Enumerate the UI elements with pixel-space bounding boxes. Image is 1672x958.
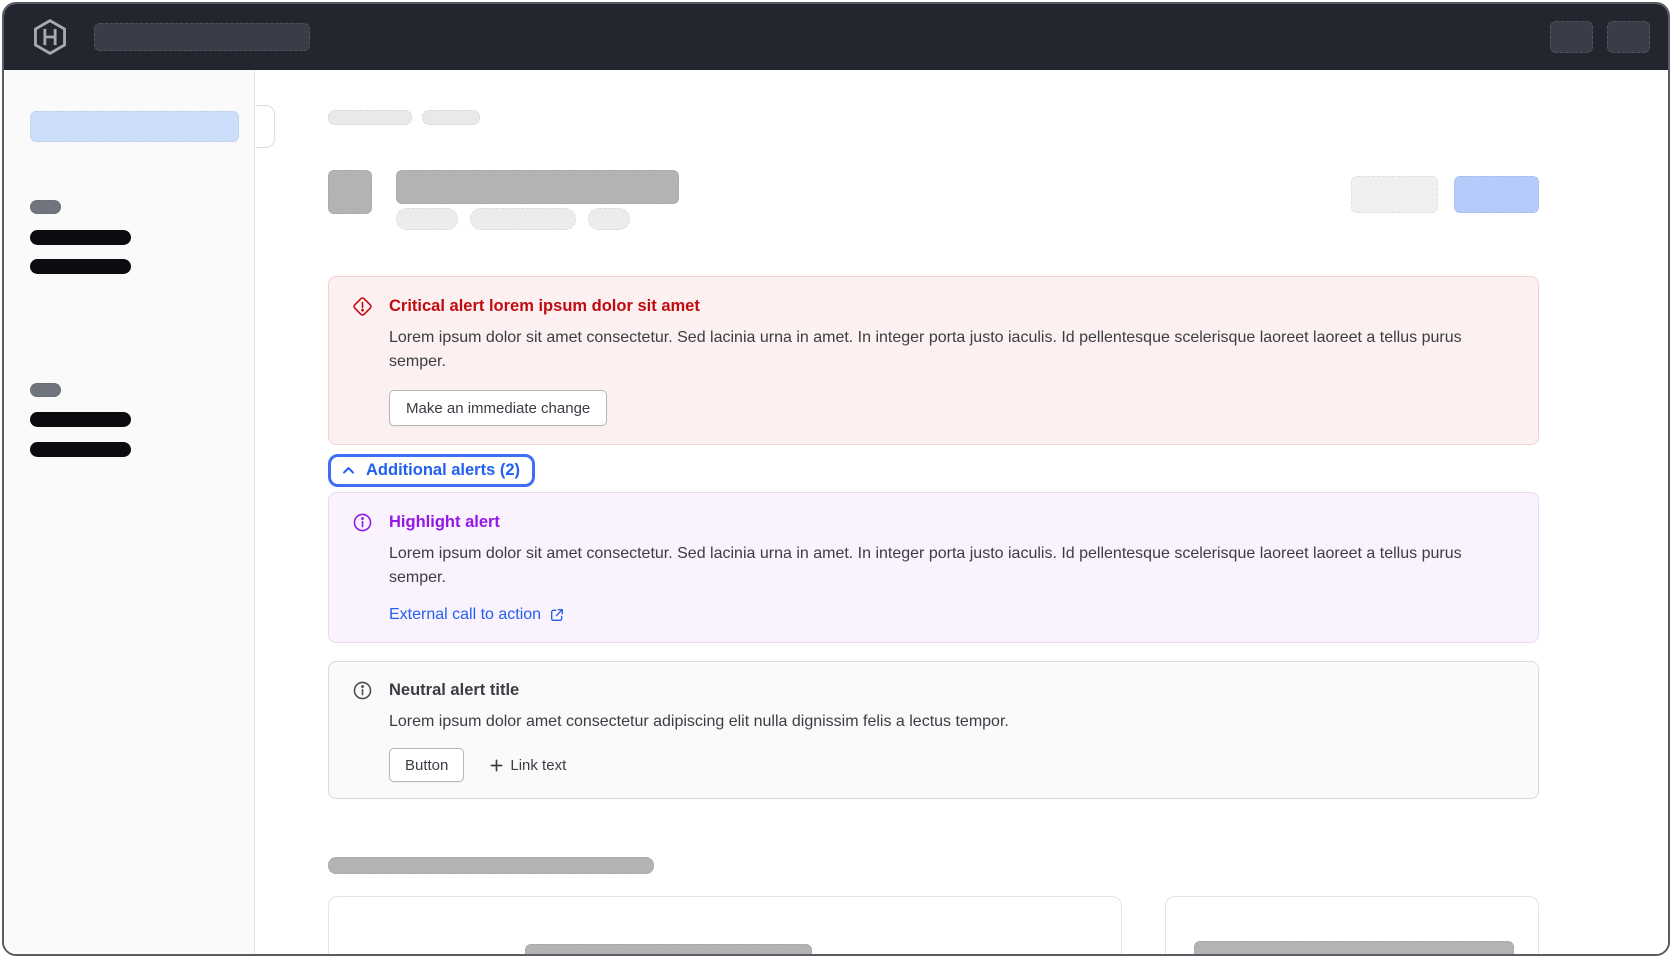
sidebar-nav (4, 70, 255, 954)
nav-search-skeleton[interactable] (94, 23, 310, 51)
nav-right-group (1550, 21, 1650, 53)
nav-button-skeleton-2[interactable] (1607, 21, 1650, 53)
breadcrumb-skeleton-1[interactable] (328, 110, 412, 125)
badge-skeleton-3 (588, 208, 630, 230)
additional-alerts-toggle-label: Additional alerts (2) (366, 461, 520, 480)
neutral-alert-banner: Neutral alert title Lorem ipsum dolor am… (328, 661, 1539, 799)
critical-alert-title: Critical alert lorem ipsum dolor sit ame… (389, 294, 1514, 318)
app-body: Critical alert lorem ipsum dolor sit ame… (4, 70, 1668, 954)
neutral-alert-actions: Button Link text (389, 748, 1514, 782)
card-content-skeleton (1194, 941, 1514, 956)
sidebar-item-skeleton-4[interactable] (30, 442, 131, 457)
page-icon-skeleton (328, 170, 372, 214)
info-icon (352, 680, 373, 701)
primary-button-skeleton[interactable] (1454, 176, 1539, 213)
highlight-alert-body: Lorem ipsum dolor sit amet consectetur. … (389, 542, 1514, 590)
page-title-group (396, 170, 679, 230)
external-link-label: External call to action (389, 606, 541, 624)
app-window: Critical alert lorem ipsum dolor sit ame… (2, 2, 1670, 956)
neutral-alert-link-label: Link text (510, 757, 566, 774)
info-icon (352, 512, 373, 533)
critical-alert-body: Lorem ipsum dolor sit amet consectetur. … (389, 326, 1514, 374)
critical-alert-action-button[interactable]: Make an immediate change (389, 390, 607, 426)
critical-alert-banner: Critical alert lorem ipsum dolor sit ame… (328, 276, 1539, 445)
highlight-alert-title: Highlight alert (389, 510, 1514, 534)
badge-skeleton-2 (470, 208, 576, 230)
sidebar-collapse-handle[interactable] (256, 105, 275, 148)
sidebar-active-item-skeleton[interactable] (30, 111, 239, 142)
neutral-alert-link[interactable]: Link text (490, 757, 566, 774)
highlight-alert-content: Highlight alert Lorem ipsum dolor sit am… (389, 510, 1514, 624)
card-skeleton-right (1165, 896, 1539, 956)
section-title-skeleton (328, 857, 654, 874)
additional-alerts-toggle-button[interactable]: Additional alerts (2) (328, 454, 535, 487)
main-content: Critical alert lorem ipsum dolor sit ame… (255, 70, 1668, 954)
highlight-alert-banner: Highlight alert Lorem ipsum dolor sit am… (328, 492, 1539, 643)
page-title-skeleton (396, 170, 679, 204)
additional-alerts-toggle-wrap: Additional alerts (2) (328, 454, 1539, 487)
card-skeleton-left (328, 896, 1122, 956)
chevron-up-icon (341, 463, 356, 478)
critical-alert-content: Critical alert lorem ipsum dolor sit ame… (389, 294, 1514, 426)
alert-diamond-icon (352, 296, 373, 317)
neutral-alert-button[interactable]: Button (389, 748, 464, 782)
page-header (328, 170, 1539, 230)
plus-icon (490, 759, 503, 772)
nav-button-skeleton-1[interactable] (1550, 21, 1593, 53)
secondary-button-skeleton[interactable] (1351, 176, 1438, 213)
highlight-alert-external-link[interactable]: External call to action (389, 606, 565, 624)
neutral-alert-body: Lorem ipsum dolor amet consectetur adipi… (389, 710, 1514, 734)
sidebar-item-skeleton-1[interactable] (30, 230, 131, 245)
top-navbar (4, 4, 1668, 70)
sidebar-item-skeleton-2[interactable] (30, 259, 131, 274)
neutral-alert-content: Neutral alert title Lorem ipsum dolor am… (389, 678, 1514, 782)
external-link-icon (549, 607, 565, 623)
breadcrumb (328, 110, 1539, 126)
header-actions (1351, 176, 1539, 230)
sidebar-group-label-skeleton-1 (30, 200, 61, 214)
sidebar-group-label-skeleton-2 (30, 383, 61, 397)
sidebar-item-skeleton-3[interactable] (30, 412, 131, 427)
badge-row (396, 208, 679, 230)
card-content-skeleton (525, 944, 812, 956)
badge-skeleton-1 (396, 208, 458, 230)
neutral-alert-title: Neutral alert title (389, 678, 1514, 702)
hashicorp-logo-icon (30, 17, 70, 57)
breadcrumb-skeleton-2[interactable] (422, 110, 480, 125)
cards-row (328, 896, 1539, 956)
